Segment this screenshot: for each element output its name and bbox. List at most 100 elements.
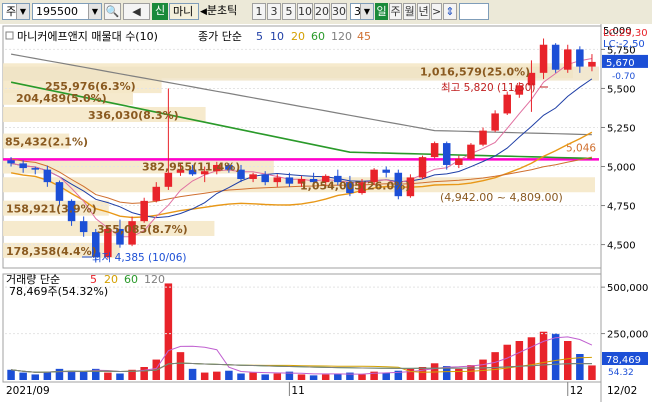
toolbar-blank-field[interactable] bbox=[459, 3, 489, 20]
volume-bar bbox=[551, 333, 560, 380]
volume-bar bbox=[188, 368, 197, 380]
candle-body bbox=[430, 143, 439, 158]
volume-profile-label: 1,016,579(25.0%) bbox=[420, 65, 530, 78]
period-1[interactable]: 1 bbox=[252, 3, 266, 20]
volume-bar bbox=[140, 367, 148, 380]
candle-body bbox=[539, 44, 548, 73]
search-icon: 🔍 bbox=[105, 5, 120, 18]
volume-legend-60: 60 bbox=[124, 273, 138, 286]
volume-bar bbox=[467, 365, 475, 380]
y-tick-label: 4,500 bbox=[607, 241, 636, 252]
volume-bar bbox=[358, 374, 366, 380]
volume-bar bbox=[7, 369, 15, 380]
volume-profile-label: 336,030(8.3%) bbox=[88, 109, 179, 122]
reference-label: 5,046 bbox=[566, 142, 596, 154]
volume-profile-label: 1,054,005(26.0%) bbox=[300, 179, 410, 192]
volume-bar bbox=[309, 375, 318, 380]
candle-body bbox=[261, 174, 269, 183]
y-tick-label: 5,000 bbox=[607, 163, 636, 174]
candle-body bbox=[551, 44, 560, 70]
unit-day[interactable]: 일 bbox=[375, 3, 388, 20]
volume-bar bbox=[334, 373, 342, 380]
candle-body bbox=[19, 163, 27, 169]
view-year[interactable]: 년 bbox=[417, 3, 430, 20]
volume-profile-label: 85,432(2.1%) bbox=[5, 136, 88, 149]
volume-profile-label: 204,489(5.0%) bbox=[16, 92, 107, 105]
volume-bar bbox=[79, 371, 88, 380]
candle-body bbox=[285, 177, 294, 184]
volume-bar bbox=[588, 365, 596, 380]
candle-body bbox=[418, 157, 427, 178]
legend-prefix: 종가 단순 bbox=[198, 30, 242, 43]
candle-body bbox=[563, 49, 572, 70]
view-month[interactable]: 월 bbox=[403, 3, 416, 20]
candle-body bbox=[576, 49, 584, 67]
volume-profile-label: 178,358(4.4%) bbox=[6, 245, 97, 258]
candle-body bbox=[152, 186, 161, 201]
candle-body bbox=[588, 61, 596, 67]
y-tick-label: 5,250 bbox=[607, 123, 636, 134]
volume-bar bbox=[104, 372, 112, 380]
last-change-label: -0.70 bbox=[612, 72, 636, 82]
lc-label-1: LC:29,30 bbox=[603, 28, 648, 39]
candle-body bbox=[7, 160, 15, 164]
volume-bar bbox=[67, 370, 76, 380]
band-annotation: (4,942.00 ~ 4,809.00) bbox=[440, 191, 563, 204]
period-10[interactable]: 10 bbox=[297, 3, 313, 20]
speaker-button[interactable]: ◀ bbox=[123, 3, 150, 20]
count-select[interactable]: 3 ▼ bbox=[350, 3, 374, 20]
legend-ma45: 45 bbox=[357, 30, 371, 43]
volume-bar bbox=[213, 371, 221, 380]
search-button[interactable]: 🔍 bbox=[104, 3, 121, 20]
volume-bar bbox=[418, 367, 427, 380]
candle-body bbox=[43, 169, 52, 183]
scroll-button[interactable]: ⇕ bbox=[443, 3, 457, 20]
market-select[interactable]: 주 ▼ bbox=[2, 3, 30, 20]
next-button[interactable]: > bbox=[431, 3, 442, 20]
y-tick-label: 5,500 bbox=[607, 84, 636, 95]
volume-bar bbox=[176, 352, 185, 380]
high-annotation: 최고 5,820 (11/30) bbox=[441, 82, 536, 94]
code-input[interactable]: 195500 ▼ bbox=[32, 3, 102, 20]
lc-label-2: LC:-2,50 bbox=[603, 39, 645, 50]
x-axis-label: 2021/09 bbox=[6, 385, 50, 397]
legend-ma60: 60 bbox=[311, 30, 325, 43]
period-3[interactable]: 3 bbox=[267, 3, 281, 20]
candle-body bbox=[273, 177, 282, 183]
legend-ma20: 20 bbox=[291, 30, 305, 43]
volume-bar bbox=[273, 373, 282, 380]
chart-title: 마니커에프앤지 매물대 수(10) bbox=[17, 30, 158, 43]
volume-profile-label: 158,921(3.9%) bbox=[6, 203, 97, 216]
chart-area: 5,046 1,016,579(25.0%)255,976(6.3%)204,4… bbox=[0, 24, 652, 402]
volume-last-pct: 54.32 bbox=[608, 368, 634, 378]
period-30[interactable]: 30 bbox=[331, 3, 347, 20]
volume-last-label: 78,469 bbox=[606, 355, 641, 366]
right-arrow-icon: > bbox=[432, 5, 442, 18]
legend-ma10: 10 bbox=[270, 30, 284, 43]
volume-tick-label: 500,000 bbox=[607, 283, 648, 294]
candle-body bbox=[31, 168, 40, 170]
y-tick-label: 4,750 bbox=[607, 202, 636, 213]
candle-body bbox=[249, 174, 257, 180]
volume-bar bbox=[55, 368, 64, 380]
candle-body bbox=[140, 200, 148, 222]
timeframe-label[interactable]: ◀분초틱 bbox=[200, 3, 252, 20]
view-week[interactable]: 주 bbox=[389, 3, 402, 20]
sin-badge: 신 bbox=[152, 3, 168, 20]
period-20[interactable]: 20 bbox=[314, 3, 330, 20]
legend-toggle-box[interactable] bbox=[5, 31, 14, 40]
volume-bar bbox=[31, 374, 40, 380]
candle-body bbox=[455, 158, 463, 165]
volume-tick-label: 250,000 bbox=[607, 330, 648, 341]
legend-ma120: 120 bbox=[331, 30, 352, 43]
chevron-down-icon: ▼ bbox=[16, 4, 29, 19]
toolbar: 주 ▼ 195500 ▼ 🔍 ◀ 신 마니 ◀분초틱 1 3 5 10 20 30 … bbox=[0, 0, 652, 25]
candle-body bbox=[467, 144, 475, 159]
legend-ma5: 5 bbox=[256, 30, 263, 43]
volume-bar bbox=[382, 372, 390, 380]
volume-bar bbox=[539, 331, 548, 380]
volume-bar bbox=[225, 370, 233, 380]
period-5[interactable]: 5 bbox=[282, 3, 296, 20]
volume-info: 78,469주(54.32%) bbox=[9, 285, 108, 298]
candle-body bbox=[442, 143, 451, 165]
